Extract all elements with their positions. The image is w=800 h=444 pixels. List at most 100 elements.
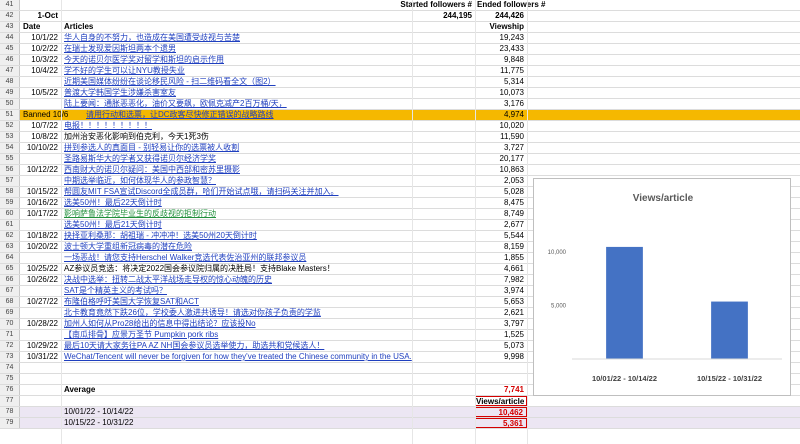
row-number[interactable]: 68 (0, 297, 20, 307)
row-number[interactable]: 61 (0, 220, 20, 230)
row-number[interactable]: 70 (0, 319, 20, 329)
date-cell[interactable] (21, 220, 61, 230)
viewship-value[interactable]: 9,848 (475, 55, 527, 65)
date-cell[interactable]: 10/3/22 (21, 55, 61, 65)
article-link[interactable]: 近期美国媒体纷纷在谈论移民风险 - 扫二维码看全文（图2） (62, 77, 412, 87)
date-cell[interactable]: 10/10/22 (21, 143, 61, 153)
viewship-value[interactable]: 10,863 (475, 165, 527, 175)
viewship-value[interactable]: 8,749 (475, 209, 527, 219)
range-1-label[interactable]: 10/01/22 - 10/14/22 (62, 407, 412, 417)
row-number[interactable]: 76 (0, 385, 20, 395)
date-cell[interactable]: 10/20/22 (21, 242, 61, 252)
row-number[interactable]: 66 (0, 275, 20, 285)
date-cell[interactable] (21, 176, 61, 186)
article-link[interactable]: 中期选举临近，如何体现华人的参政智慧？ (62, 176, 412, 186)
date-cell[interactable]: 10/18/22 (21, 231, 61, 241)
article-link[interactable]: 加州人如何从Pro28给出的信息中得出结论？应该投No (62, 319, 412, 329)
viewship-value[interactable]: 20,177 (475, 154, 527, 164)
viewship-value[interactable]: 2,621 (475, 308, 527, 318)
article-link[interactable]: AZ参议员竞选：将决定2022国会参议院归属的决胜局！支持Blake Maste… (62, 264, 412, 274)
row-number[interactable]: 48 (0, 77, 20, 87)
article-link[interactable]: 波士顿大学重组新冠病毒的潜在危险 (62, 242, 412, 252)
row-number[interactable]: 49 (0, 88, 20, 98)
date-cell[interactable]: 10/25/22 (21, 264, 61, 274)
date-cell[interactable]: 10/15/22 (21, 187, 61, 197)
date-cell[interactable]: 10/26/22 (21, 275, 61, 285)
viewship-value[interactable]: 3,176 (475, 99, 527, 109)
article-link[interactable]: WeChat/Tencent will never be forgiven fo… (62, 352, 412, 362)
article-link[interactable]: 决战中选举：扭转二战太平洋战场走导权的惊心动魄的历史 (62, 275, 412, 285)
row-number[interactable]: 44 (0, 33, 20, 43)
range-1-value[interactable]: 10,462 (475, 407, 527, 417)
article-link[interactable]: 陆上要闻：通胀恶恶化，油价又要飙，欧佩克减产2百万桶/天， (62, 99, 412, 109)
viewship-value[interactable]: 1,525 (475, 330, 527, 340)
article-link[interactable]: 学不好的学生可以让NYU教授失业 (62, 66, 412, 76)
row-number[interactable]: 71 (0, 330, 20, 340)
date-cell[interactable] (21, 308, 61, 318)
viewship-value[interactable]: 5,028 (475, 187, 527, 197)
row-number[interactable]: 50 (0, 99, 20, 109)
viewship-value[interactable]: 2,053 (475, 176, 527, 186)
date-cell[interactable] (21, 99, 61, 109)
row-number[interactable]: 58 (0, 187, 20, 197)
chart-bar[interactable] (606, 246, 643, 359)
row-number[interactable]: 64 (0, 253, 20, 263)
viewship-value[interactable]: 1,855 (475, 253, 527, 263)
date-cell[interactable] (21, 286, 61, 296)
average-value[interactable]: 7,741 (475, 385, 527, 395)
viewship-value[interactable]: 5,653 (475, 297, 527, 307)
row-number[interactable]: 53 (0, 132, 20, 142)
row-number[interactable]: 42 (0, 11, 20, 21)
article-link[interactable]: 【南瓜排骨】应景万圣节 Pumpkin pork ribs (62, 330, 412, 340)
viewship-value[interactable]: 10,073 (475, 88, 527, 98)
article-link[interactable]: 一场恶战！请您支持Herschel Walker竞选代表佐治亚州的联邦参议员 (62, 253, 412, 263)
date-cell[interactable]: 10/31/22 (21, 352, 61, 362)
ended-followers-label[interactable]: Ended followers # (475, 0, 547, 10)
article-link[interactable]: 电报！！！！！！！！！ (62, 121, 412, 131)
article-link[interactable]: 华人自身的不努力，也造成在美国遭受歧视与苦楚 (62, 33, 412, 43)
viewship-value[interactable]: 5,544 (475, 231, 527, 241)
row-number[interactable]: 67 (0, 286, 20, 296)
row-number[interactable]: 54 (0, 143, 20, 153)
views-per-article-chart[interactable]: Views/article 5,000 10,000 10/01/22 - 10/1… (533, 178, 791, 396)
viewship-value[interactable]: 10,020 (475, 121, 527, 131)
viewship-value[interactable] (475, 363, 527, 373)
viewship-value[interactable]: 8,159 (475, 242, 527, 252)
row-number[interactable]: 55 (0, 154, 20, 164)
article-link[interactable]: 帮圆友MIT FSA宣试Discord全成员群，哈们开始试点哦，请扫码关注并加入… (62, 187, 412, 197)
range-2-value[interactable]: 5,361 (475, 418, 527, 428)
viewship-value[interactable]: 11,590 (475, 132, 527, 142)
date-cell[interactable] (21, 363, 61, 373)
article-link[interactable] (62, 363, 412, 373)
date-cell[interactable]: 10/5/22 (21, 88, 61, 98)
article-link[interactable]: 选美50州！最后22天倒计时 (62, 198, 412, 208)
article-link[interactable]: 选美50州！最后21天倒计时 (62, 220, 412, 230)
row-number[interactable]: 65 (0, 264, 20, 274)
started-followers-value[interactable]: 244,195 (412, 11, 474, 21)
viewship-value[interactable]: 2,677 (475, 220, 527, 230)
article-link[interactable]: 最后10天请大家务往PA AZ NH国会参议员选举使力，助选共和党候选人！ (62, 341, 412, 351)
date-cell[interactable]: 10/7/22 (21, 121, 61, 131)
viewship-value[interactable]: 7,982 (475, 275, 527, 285)
viewship-value[interactable]: 8,475 (475, 198, 527, 208)
row-number[interactable]: 51 (0, 110, 20, 120)
date-cell[interactable]: 10/12/22 (21, 165, 61, 175)
viewship-value[interactable]: 3,727 (475, 143, 527, 153)
article-link[interactable]: 加州治安恶化影响到伯克利，今天1死3伤 (62, 132, 412, 142)
date-cell[interactable]: 10/27/22 (21, 297, 61, 307)
article-link[interactable]: 今天的诺贝尔医学奖对留学和斯坦的启示作用 (62, 55, 412, 65)
viewship-value[interactable]: 5,073 (475, 341, 527, 351)
row-number[interactable]: 75 (0, 374, 20, 384)
row-number[interactable]: 72 (0, 341, 20, 351)
date-cell[interactable]: 10/17/22 (21, 209, 61, 219)
viewship-column-header[interactable]: Viewship (475, 22, 527, 32)
row-number[interactable]: 62 (0, 231, 20, 241)
viewship-value[interactable]: 9,998 (475, 352, 527, 362)
date-column-header[interactable]: Date (21, 22, 61, 32)
article-link[interactable]: 在瑞士发现爱因斯坦两本个遗男 (62, 44, 412, 54)
average-label[interactable]: Average (62, 385, 412, 395)
article-link[interactable]: 北卡教育竟然下跌26位，学校委人激进共诱导！请选对你孩子负责的学监 (62, 308, 412, 318)
date-cell[interactable]: 1-Oct (21, 11, 61, 21)
date-cell[interactable]: Banned 10/6 (21, 110, 83, 120)
viewship-value[interactable]: 3,974 (475, 286, 527, 296)
